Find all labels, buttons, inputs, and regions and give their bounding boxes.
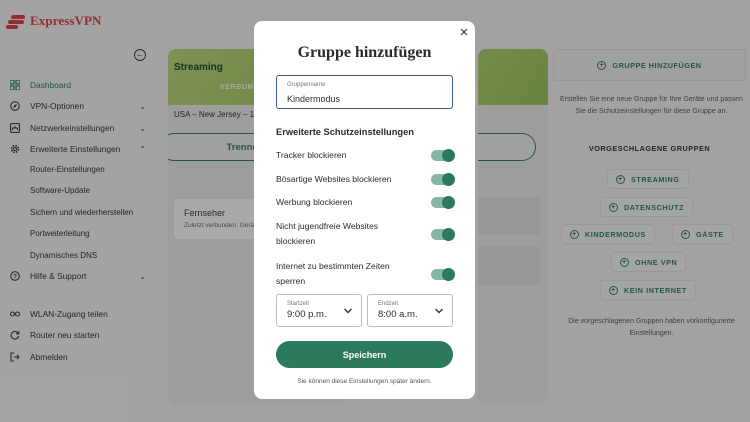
- start-time-value: 9:00 p.m.: [287, 309, 327, 320]
- toggle-label: Nicht jugendfreie Websites blockieren: [276, 221, 379, 246]
- toggle-row-ads: Werbung blockieren: [276, 195, 455, 210]
- chevron-down-icon: [435, 308, 443, 314]
- group-name-label: Gruppenname: [287, 82, 326, 88]
- group-name-input[interactable]: [287, 93, 442, 105]
- toggle-knob: [442, 267, 455, 281]
- toggle-knob: [442, 173, 455, 186]
- end-time-value: 8:00 a.m.: [378, 309, 418, 320]
- schedule-block-toggle[interactable]: [431, 267, 455, 281]
- chevron-down-icon: [344, 308, 352, 314]
- toggle-row-adult: Nicht jugendfreie Websites blockieren: [276, 219, 455, 249]
- block-trackers-toggle[interactable]: [431, 149, 455, 162]
- save-button[interactable]: Speichern: [276, 341, 453, 368]
- start-time-label: Startzeit: [287, 301, 310, 307]
- block-malicious-sites-toggle[interactable]: [431, 173, 455, 186]
- toggle-label: Tracker blockieren: [276, 150, 347, 160]
- group-name-field[interactable]: Gruppenname: [276, 75, 453, 109]
- toggle-knob: [442, 149, 455, 162]
- toggle-label: Internet zu bestimmten Zeiten sperren: [276, 261, 390, 286]
- close-icon: ✕: [459, 26, 469, 39]
- start-time-select[interactable]: Startzeit 9:00 p.m.: [276, 294, 362, 327]
- end-time-select[interactable]: Endzeit 8:00 a.m.: [367, 294, 453, 327]
- toggle-label: Bösartige Websites blockieren: [276, 174, 392, 184]
- toggle-knob: [442, 196, 455, 209]
- close-button[interactable]: ✕: [458, 26, 470, 39]
- toggle-row-malicious: Bösartige Websites blockieren: [276, 172, 455, 187]
- add-group-dialog: ✕ Gruppe hinzufügen Gruppenname Erweiter…: [254, 21, 475, 399]
- toggle-row-schedule: Internet zu bestimmten Zeiten sperren: [276, 259, 455, 289]
- toggle-knob: [442, 227, 455, 241]
- section-title: Erweiterte Schutzeinstellungen: [276, 127, 414, 137]
- toggle-row-trackers: Tracker blockieren: [276, 148, 455, 163]
- dialog-title: Gruppe hinzufügen: [297, 44, 432, 61]
- block-adult-sites-toggle[interactable]: [431, 227, 455, 241]
- toggle-label: Werbung blockieren: [276, 197, 353, 207]
- block-ads-toggle[interactable]: [431, 196, 455, 209]
- dialog-footnote: Sie können diese Einstellungen später än…: [297, 378, 432, 385]
- end-time-label: Endzeit: [378, 301, 399, 307]
